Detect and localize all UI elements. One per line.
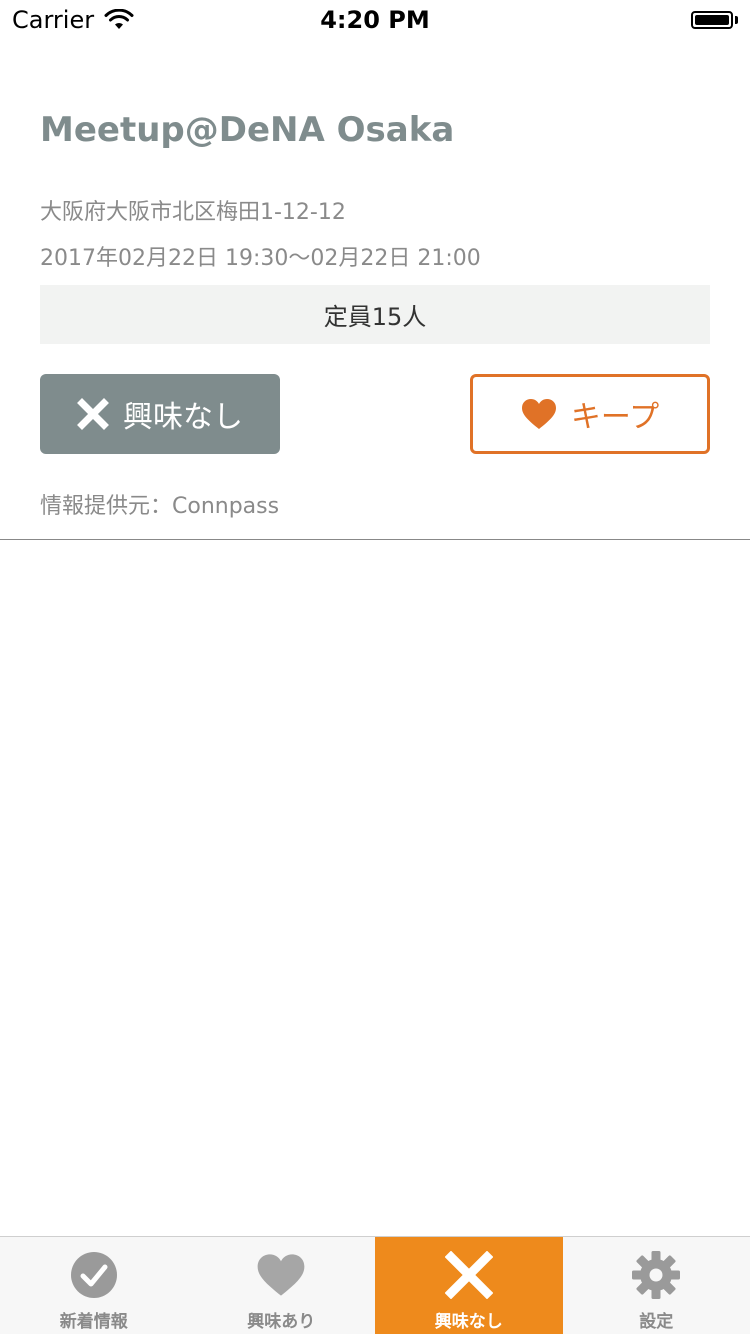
capacity-badge: 定員15人	[40, 285, 710, 344]
tab-label: 設定	[639, 1312, 674, 1332]
tab-label: 新着情報	[59, 1312, 128, 1332]
dismiss-button-label: 興味なし	[123, 400, 243, 435]
heart-icon	[521, 398, 557, 430]
dismiss-button[interactable]: 興味なし	[40, 374, 280, 454]
x-icon	[77, 398, 109, 430]
battery-icon	[691, 11, 738, 29]
tab-bar: 新着情報 興味あり 興味なし 設定	[0, 1236, 750, 1334]
source-label: 情報提供元：Connpass	[40, 494, 280, 519]
tab-new[interactable]: 新着情報	[0, 1237, 188, 1334]
event-title: Meetup@DeNA Osaka	[40, 110, 455, 150]
capacity-text: 定員15人	[323, 303, 427, 331]
event-card: Meetup@DeNA Osaka 大阪府大阪市北区梅田1-12-12 2017…	[0, 40, 750, 540]
status-time: 4:20 PM	[320, 6, 430, 34]
status-bar: Carrier 4:20 PM	[0, 0, 750, 40]
checkmark-circle-icon	[70, 1249, 118, 1301]
tab-label: 興味なし	[434, 1312, 503, 1332]
tab-interested[interactable]: 興味あり	[188, 1237, 376, 1334]
x-icon	[444, 1249, 493, 1301]
tab-label: 興味あり	[247, 1312, 316, 1332]
heart-icon	[256, 1249, 306, 1301]
event-address: 大阪府大阪市北区梅田1-12-12	[40, 200, 346, 225]
tab-not-interested[interactable]: 興味なし	[375, 1237, 563, 1334]
keep-button-label: キープ	[570, 400, 660, 435]
keep-button[interactable]: キープ	[470, 374, 710, 454]
gear-icon	[631, 1249, 681, 1301]
event-datetime: 2017年02月22日 19:30〜02月22日 21:00	[40, 246, 481, 271]
tab-settings[interactable]: 設定	[563, 1237, 750, 1334]
